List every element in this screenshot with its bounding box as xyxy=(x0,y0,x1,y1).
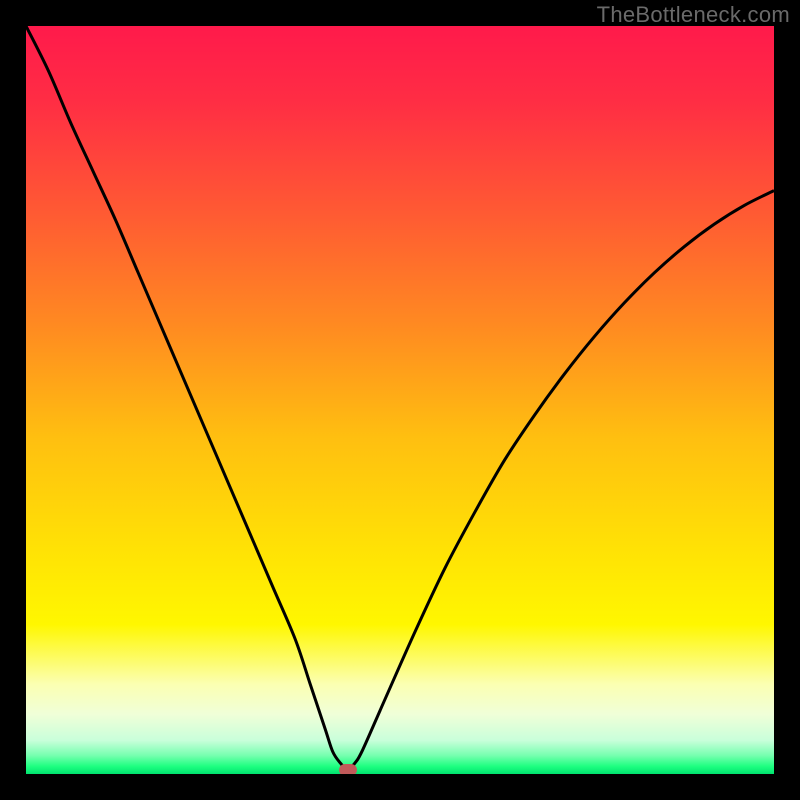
optimum-marker xyxy=(339,764,357,775)
gradient-background xyxy=(26,26,774,774)
chart-frame: TheBottleneck.com xyxy=(0,0,800,800)
watermark-text: TheBottleneck.com xyxy=(597,2,790,28)
plot-area xyxy=(26,26,774,774)
